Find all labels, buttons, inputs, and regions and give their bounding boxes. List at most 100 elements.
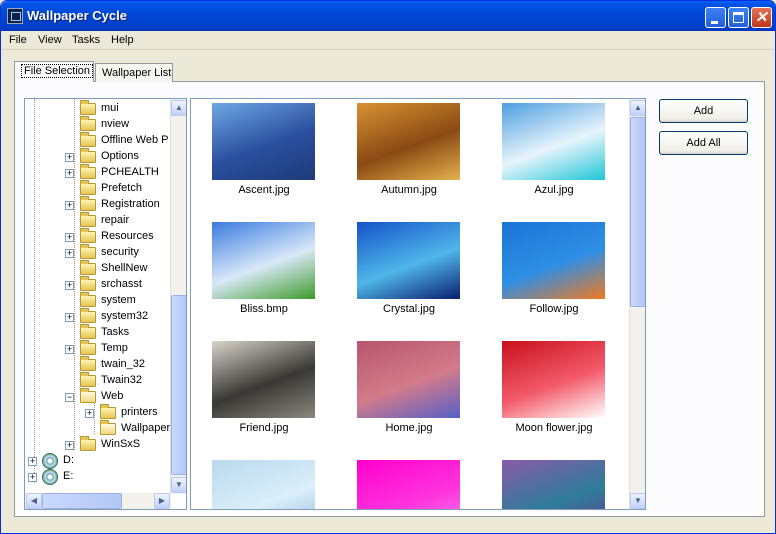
tree-item-label: Twain32 xyxy=(101,374,142,386)
tree-item[interactable]: ShellNew xyxy=(25,260,170,277)
expand-icon[interactable]: + xyxy=(65,313,74,322)
tree-item-label: Resources xyxy=(101,230,154,242)
wallpaper-filename: Follow.jpg xyxy=(529,303,579,315)
tree-item[interactable]: + PCHEALTH xyxy=(25,164,170,181)
tree-item-label: nview xyxy=(101,118,130,130)
tree-item-label: WinSxS xyxy=(101,438,141,450)
tree-item[interactable]: Prefetch xyxy=(25,180,170,197)
gallery-scroll-thumb[interactable] xyxy=(630,117,645,307)
tree-item[interactable]: Twain32 xyxy=(25,372,170,389)
tree-item[interactable]: + Registration xyxy=(25,196,170,213)
collapse-icon[interactable]: − xyxy=(65,393,74,402)
wallpaper-thumbnail[interactable] xyxy=(502,341,605,418)
wallpaper-thumbnail[interactable] xyxy=(357,460,460,509)
tree-item[interactable]: Wallpaper xyxy=(25,420,170,437)
tree-item[interactable]: + security xyxy=(25,244,170,261)
menu-tasks[interactable]: Tasks xyxy=(72,34,100,46)
window-title: Wallpaper Cycle xyxy=(27,8,127,23)
tree-item[interactable]: twain_32 xyxy=(25,356,170,373)
minimize-button[interactable] xyxy=(705,7,726,28)
title-bar[interactable]: Wallpaper Cycle ✕ xyxy=(1,1,775,31)
menu-bar: File View Tasks Help xyxy=(1,31,775,50)
add-all-button[interactable]: Add All xyxy=(659,131,748,155)
minimize-icon xyxy=(711,21,718,24)
menu-view[interactable]: View xyxy=(38,34,62,46)
folder-icon xyxy=(100,404,116,419)
expand-icon[interactable]: + xyxy=(65,441,74,450)
tree-scroll-thumb[interactable] xyxy=(171,295,186,475)
tab-file-selection[interactable]: File Selection xyxy=(14,61,94,82)
tree-item[interactable]: + system32 xyxy=(25,308,170,325)
wallpaper-thumbnail[interactable] xyxy=(357,341,460,418)
scroll-left-icon[interactable]: ◀ xyxy=(26,493,42,509)
tree-item-label: security xyxy=(101,246,139,258)
tree-item[interactable]: + Resources xyxy=(25,228,170,245)
scroll-up-icon[interactable]: ▲ xyxy=(630,100,645,116)
wallpaper-thumbnail[interactable] xyxy=(502,103,605,180)
menu-file[interactable]: File xyxy=(9,34,27,46)
tree-item-label: Tasks xyxy=(101,326,130,338)
wallpaper-thumbnail[interactable] xyxy=(212,103,315,180)
folder-icon xyxy=(80,340,96,355)
tree-item-label: repair xyxy=(101,214,130,226)
wallpaper-thumbnail[interactable] xyxy=(502,222,605,299)
tree-item-label: twain_32 xyxy=(101,358,146,370)
folder-icon xyxy=(80,356,96,371)
wallpaper-thumbnail[interactable] xyxy=(212,341,315,418)
folder-tree[interactable]: mui nview Offline Web P + Options + PCHEALTH Pr… xyxy=(24,98,187,510)
tree-hscroll-thumb[interactable] xyxy=(42,493,122,509)
maximize-icon xyxy=(733,12,744,23)
wallpaper-thumbnail[interactable] xyxy=(212,460,315,509)
expand-icon[interactable]: + xyxy=(28,457,37,466)
wallpaper-thumbnail[interactable] xyxy=(357,103,460,180)
tree-item-label: system xyxy=(101,294,136,306)
tree-item[interactable]: mui xyxy=(25,100,170,117)
wallpaper-thumbnail[interactable] xyxy=(212,222,315,299)
scroll-down-icon[interactable]: ▼ xyxy=(630,493,645,509)
expand-icon[interactable]: + xyxy=(65,153,74,162)
expand-icon[interactable]: + xyxy=(65,281,74,290)
image-gallery[interactable]: Ascent.jpg Autumn.jpg Azul.jpg Bliss.bmp Cry… xyxy=(190,98,646,510)
scroll-up-icon[interactable]: ▲ xyxy=(171,100,186,116)
tree-item[interactable]: nview xyxy=(25,116,170,133)
close-icon: ✕ xyxy=(755,9,768,26)
gallery-vertical-scrollbar[interactable]: ▲ ▼ xyxy=(629,99,645,509)
expand-icon[interactable]: + xyxy=(65,201,74,210)
tree-item[interactable]: + Options xyxy=(25,148,170,165)
tree-item-label: Options xyxy=(101,150,139,162)
tree-item-label: system32 xyxy=(101,310,149,322)
scroll-right-icon[interactable]: ▶ xyxy=(154,493,170,509)
app-icon xyxy=(7,8,23,24)
tab-wallpaper-list[interactable]: Wallpaper List xyxy=(95,63,173,82)
app-window: Wallpaper Cycle ✕ File View Tasks Help F… xyxy=(0,0,776,534)
expand-icon[interactable]: + xyxy=(28,473,37,482)
add-button[interactable]: Add xyxy=(659,99,748,123)
tree-item[interactable]: − Web xyxy=(25,388,170,405)
tree-item[interactable]: + Temp xyxy=(25,340,170,357)
expand-icon[interactable]: + xyxy=(65,249,74,258)
tree-item[interactable]: + WinSxS xyxy=(25,436,170,453)
folder-icon xyxy=(100,420,116,435)
tree-item[interactable]: + srchasst xyxy=(25,276,170,293)
tree-item[interactable]: repair xyxy=(25,212,170,229)
folder-icon xyxy=(80,164,96,179)
tree-horizontal-scrollbar[interactable]: ◀ ▶ xyxy=(25,493,171,509)
tree-item[interactable]: Offline Web P xyxy=(25,132,170,149)
maximize-button[interactable] xyxy=(728,7,749,28)
tree-item[interactable]: Tasks xyxy=(25,324,170,341)
menu-help[interactable]: Help xyxy=(111,34,134,46)
tree-drive[interactable]: + D: xyxy=(25,453,170,469)
tree-item[interactable]: system xyxy=(25,292,170,309)
tree-vertical-scrollbar[interactable]: ▲ ▼ xyxy=(170,99,186,494)
expand-icon[interactable]: + xyxy=(65,345,74,354)
expand-icon[interactable]: + xyxy=(85,409,94,418)
expand-icon[interactable]: + xyxy=(65,169,74,178)
tree-item[interactable]: + printers xyxy=(25,404,170,421)
expand-icon[interactable]: + xyxy=(65,233,74,242)
tree-drive[interactable]: + E: xyxy=(25,469,170,485)
wallpaper-thumbnail[interactable] xyxy=(502,460,605,509)
scroll-down-icon[interactable]: ▼ xyxy=(171,477,186,493)
wallpaper-thumbnail[interactable] xyxy=(357,222,460,299)
folder-icon xyxy=(80,116,96,131)
close-button[interactable]: ✕ xyxy=(751,7,772,28)
